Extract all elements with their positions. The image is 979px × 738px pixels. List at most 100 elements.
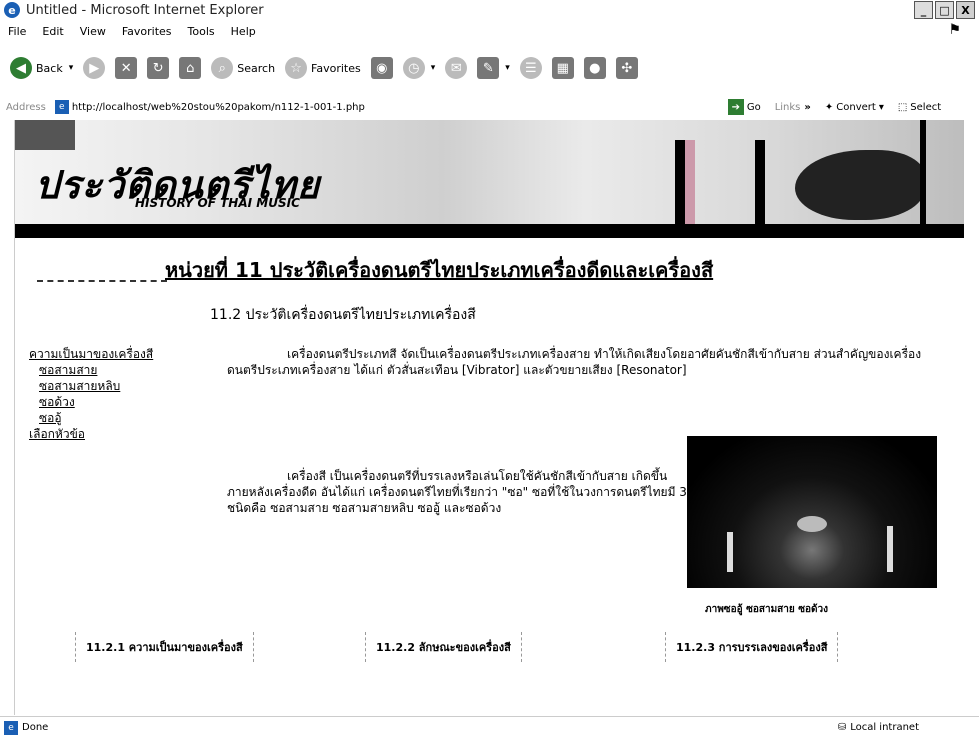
toolbar: ◀ Back ▾ ▶ ✕ ↻ ⌂ ⌕ Search ☆ Favorites ◉ … bbox=[0, 42, 979, 94]
menu-edit[interactable]: Edit bbox=[42, 25, 63, 38]
banner-bar bbox=[15, 224, 964, 238]
media-button[interactable]: ◉ bbox=[370, 57, 393, 79]
ie-logo-icon: e bbox=[4, 2, 20, 18]
star-icon: ☆ bbox=[285, 57, 308, 79]
go-arrow-icon: ➔ bbox=[727, 99, 744, 115]
dropdown-icon: ▾ bbox=[68, 63, 74, 73]
search-button[interactable]: ⌕ Search bbox=[211, 57, 275, 79]
convert-button[interactable]: ✦ Convert ▾ bbox=[825, 102, 884, 113]
favorites-label: Favorites bbox=[311, 61, 361, 75]
back-label: Back bbox=[36, 61, 63, 75]
photo-caption: ภาพซออู้ ซอสามสาย ซอด้วง bbox=[705, 604, 829, 615]
forward-button[interactable]: ▶ bbox=[83, 57, 106, 79]
edit-icon: ✎ bbox=[477, 57, 500, 79]
menu-favorites[interactable]: Favorites bbox=[122, 25, 172, 38]
convert-icon: ✦ bbox=[824, 101, 834, 113]
page-icon: e bbox=[54, 100, 69, 114]
status-bar: e Done ⛁ Local intranet bbox=[0, 716, 979, 738]
instruments-photo bbox=[687, 436, 937, 588]
banner-subtitle: HISTORY OF THAI MUSIC bbox=[135, 196, 300, 210]
sidebar-link-sor-u[interactable]: ซออู้ bbox=[29, 410, 219, 426]
sidebar-nav: ความเป็นมาของเครื่องสี ซอสามสาย ซอสามสาย… bbox=[29, 346, 219, 442]
address-label: Address bbox=[6, 101, 46, 113]
zone-label: Local intranet bbox=[850, 722, 919, 733]
nav-label: 11.2.2 ลักษณะของเครื่องสี bbox=[376, 641, 511, 654]
stop-button[interactable]: ✕ bbox=[115, 57, 138, 79]
nav-label: 11.2.1 ความเป็นมาของเครื่องสี bbox=[86, 641, 243, 654]
dropdown-icon: ▾ bbox=[505, 63, 510, 73]
page-heading: หน่วยที่ 11 ประวัติเครื่องดนตรีไทยประเภท… bbox=[165, 258, 714, 282]
translate-button[interactable]: ✣ bbox=[615, 57, 638, 79]
translate-icon: ✣ bbox=[615, 57, 638, 79]
messenger-button[interactable]: ● bbox=[583, 57, 606, 79]
media-icon: ◉ bbox=[370, 57, 393, 79]
browser-window: e Untitled - Microsoft Internet Explorer… bbox=[0, 0, 979, 738]
address-url: http://localhost/web%20stou%20pakom/n112… bbox=[71, 101, 365, 113]
address-input[interactable]: e http://localhost/web%20stou%20pakom/n1… bbox=[51, 98, 722, 116]
banner-instrument-pole bbox=[675, 140, 685, 224]
forward-arrow-icon: ▶ bbox=[83, 57, 106, 79]
windows-flag-icon: ⚑ bbox=[948, 22, 961, 38]
home-icon: ⌂ bbox=[179, 57, 202, 79]
dropdown-icon: ▾ bbox=[430, 63, 436, 73]
menu-bar: File Edit View Favorites Tools Help ⚑ bbox=[0, 20, 979, 42]
nav-button-11-2-1[interactable]: 11.2.1 ความเป็นมาของเครื่องสี bbox=[75, 632, 254, 662]
banner-decoration bbox=[15, 120, 75, 150]
convert-label: Convert bbox=[836, 101, 876, 113]
menu-view[interactable]: View bbox=[80, 25, 106, 38]
window-controls: _ □ X bbox=[914, 1, 975, 19]
sidebar-link-sor-duang[interactable]: ซอด้วง bbox=[29, 394, 219, 410]
back-button[interactable]: ◀ Back ▾ bbox=[10, 57, 73, 79]
sidebar-link-choose-topic[interactable]: เลือกหัวข้อ bbox=[29, 426, 219, 442]
close-button[interactable]: X bbox=[956, 1, 975, 19]
home-button[interactable]: ⌂ bbox=[179, 57, 202, 79]
links-label[interactable]: Links bbox=[775, 102, 801, 113]
banner-instrument-pole bbox=[685, 140, 695, 224]
links-chevron-icon[interactable]: » bbox=[804, 102, 810, 113]
page-banner: ประวัติดนตรีไทย HISTORY OF THAI MUSIC bbox=[15, 120, 964, 238]
discuss-icon: ☰ bbox=[519, 57, 542, 79]
security-zone: ⛁ Local intranet bbox=[838, 722, 919, 733]
go-button[interactable]: ➔ Go bbox=[727, 99, 761, 115]
menu-help[interactable]: Help bbox=[231, 25, 256, 38]
search-label: Search bbox=[237, 61, 276, 75]
banner-instrument-horn bbox=[795, 150, 925, 220]
page-icon: e bbox=[4, 720, 18, 735]
banner-instrument-stand bbox=[920, 120, 926, 224]
refresh-icon: ↻ bbox=[147, 57, 170, 79]
page-content: ประวัติดนตรีไทย HISTORY OF THAI MUSIC หน… bbox=[14, 120, 964, 715]
refresh-button[interactable]: ↻ bbox=[147, 57, 170, 79]
select-label: Select bbox=[910, 101, 942, 113]
messenger-icon: ● bbox=[583, 57, 606, 79]
research-icon: ▦ bbox=[551, 57, 574, 79]
sidebar-link-sor-sam-sai-lib[interactable]: ซอสามสายหลิบ bbox=[29, 378, 219, 394]
discuss-button[interactable]: ☰ bbox=[519, 57, 542, 79]
history-icon: ◷ bbox=[402, 57, 425, 79]
sidebar-link-history[interactable]: ความเป็นมาของเครื่องสี bbox=[29, 346, 219, 362]
select-button[interactable]: ⬚ Select bbox=[898, 102, 941, 113]
bowed-instruments-paragraph: เครื่องสี เป็นเครื่องดนตรีที่บรรเลงหรือเ… bbox=[227, 469, 687, 515]
nav-label: 11.2.3 การบรรเลงของเครื่องสี bbox=[676, 641, 828, 654]
dropdown-icon: ▾ bbox=[878, 101, 884, 113]
address-bar: Address e http://localhost/web%20stou%20… bbox=[0, 94, 979, 120]
intro-paragraph: เครื่องดนตรีประเภทสี จัดเป็นเครื่องดนตรี… bbox=[227, 347, 922, 377]
back-arrow-icon: ◀ bbox=[10, 57, 32, 79]
nav-button-11-2-2[interactable]: 11.2.2 ลักษณะของเครื่องสี bbox=[365, 632, 522, 662]
edit-button[interactable]: ✎ ▾ bbox=[477, 57, 510, 79]
nav-button-11-2-3[interactable]: 11.2.3 การบรรเลงของเครื่องสี bbox=[665, 632, 839, 662]
menu-file[interactable]: File bbox=[8, 25, 26, 38]
mail-button[interactable]: ✉ bbox=[445, 57, 468, 79]
stop-icon: ✕ bbox=[115, 57, 138, 79]
go-label: Go bbox=[746, 101, 761, 113]
maximize-button[interactable]: □ bbox=[935, 1, 954, 19]
mail-icon: ✉ bbox=[445, 57, 468, 79]
intranet-icon: ⛁ bbox=[837, 722, 847, 733]
history-button[interactable]: ◷ ▾ bbox=[402, 57, 436, 79]
status-text: Done bbox=[22, 722, 49, 733]
sidebar-link-sor-sam-sai[interactable]: ซอสามสาย bbox=[29, 362, 219, 378]
menu-tools[interactable]: Tools bbox=[188, 25, 215, 38]
favorites-button[interactable]: ☆ Favorites bbox=[285, 57, 361, 79]
title-bar: e Untitled - Microsoft Internet Explorer… bbox=[0, 0, 979, 20]
research-button[interactable]: ▦ bbox=[551, 57, 574, 79]
minimize-button[interactable]: _ bbox=[914, 1, 933, 19]
